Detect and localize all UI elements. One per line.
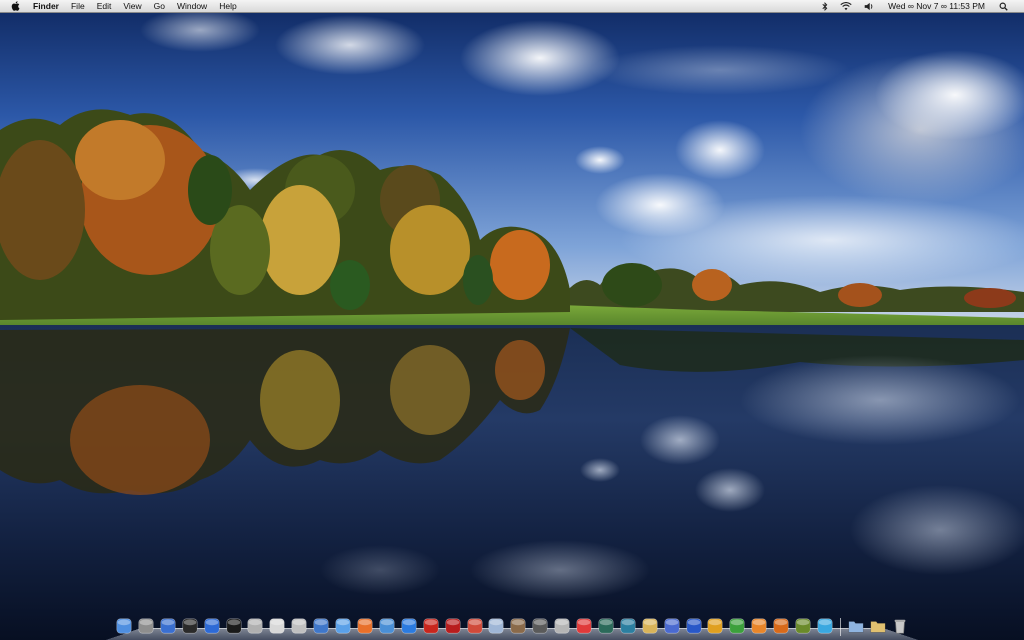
chess-icon[interactable] [618,616,638,636]
wifi-settings-icon[interactable] [158,616,178,636]
pages-icon[interactable] [771,616,791,636]
downloads-folder-icon[interactable] [868,616,888,636]
screenshot-utility-icon[interactable] [136,616,156,636]
menu-app-finder[interactable]: Finder [30,0,65,12]
menu-bar: Finder File Edit View Go Window Help Wed… [0,0,1024,13]
trash-icon[interactable] [890,616,910,636]
calculator-app-icon[interactable] [574,616,594,636]
spotlight-search-icon[interactable] [993,0,1014,12]
menu-window[interactable]: Window [171,0,213,12]
snowflake-icon[interactable] [815,616,835,636]
word-processor-icon[interactable] [684,616,704,636]
menu-file[interactable]: File [65,0,91,12]
activity-monitor-icon[interactable] [180,616,200,636]
directory-utility-icon[interactable] [289,616,309,636]
orange-app-icon[interactable] [749,616,769,636]
photo-booth-icon[interactable] [443,616,463,636]
preview-icon[interactable] [311,616,331,636]
cowboy-hat-icon[interactable] [508,616,528,636]
time-machine-icon[interactable] [596,616,616,636]
menu-edit[interactable]: Edit [91,0,118,12]
desktop-wallpaper [0,0,1024,640]
disk-utility-icon[interactable] [245,616,265,636]
folder-icon[interactable] [846,616,866,636]
volume-icon[interactable] [858,0,880,12]
desktop: Finder File Edit View Go Window Help Wed… [0,0,1024,640]
globe-app-icon[interactable] [202,616,222,636]
dock-icons [114,612,910,636]
figure-app-icon[interactable] [793,616,813,636]
menu-view[interactable]: View [117,0,147,12]
safari-icon[interactable] [333,616,353,636]
bluetooth-icon[interactable] [816,0,834,12]
finder-icon[interactable] [114,616,134,636]
dock [106,608,918,640]
wifi-icon[interactable] [834,0,858,12]
menu-bar-left: Finder File Edit View Go Window Help [0,0,243,12]
dashboard-icon[interactable] [530,616,550,636]
menu-bar-status: Wed ∞ Nov 7 ∞ 11:53 PM [816,0,1024,12]
notes-icon[interactable] [640,616,660,636]
firefox-icon[interactable] [355,616,375,636]
script-editor-icon[interactable] [267,616,287,636]
terminal-icon[interactable] [224,616,244,636]
dock-separator [839,618,841,636]
lock-utility-icon[interactable] [552,616,572,636]
menu-bar-clock[interactable]: Wed ∞ Nov 7 ∞ 11:53 PM [880,1,993,11]
menu-help[interactable]: Help [213,0,242,12]
red-chair-icon[interactable] [421,616,441,636]
apple-icon[interactable] [10,0,20,12]
menu-go[interactable]: Go [148,0,171,12]
feather-icon[interactable] [662,616,682,636]
system-globe-icon[interactable] [377,616,397,636]
upload-app-icon[interactable] [486,616,506,636]
photo-app-icon[interactable] [465,616,485,636]
green-app-icon[interactable] [727,616,747,636]
transmit-icon[interactable] [399,616,419,636]
piano-icon[interactable] [705,616,725,636]
